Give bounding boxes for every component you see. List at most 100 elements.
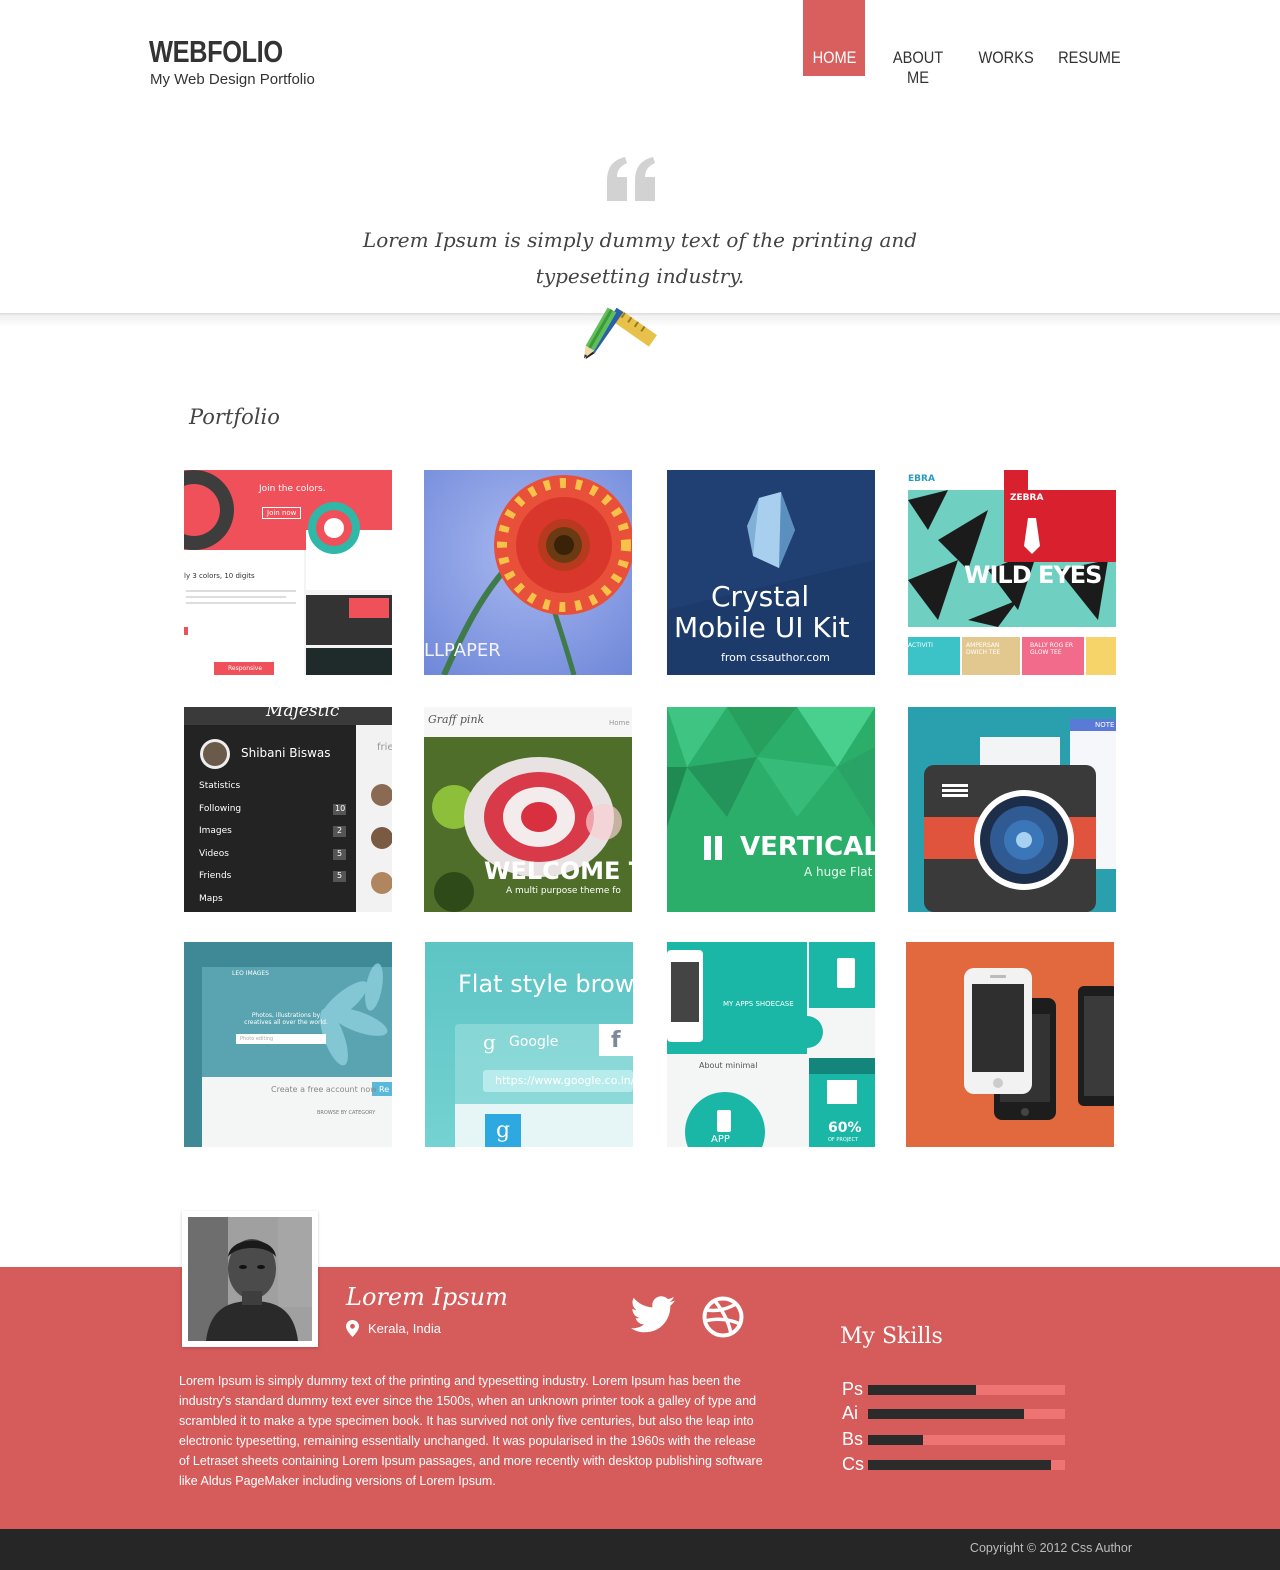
mobile-ui-kit-title: Mobile UI Kit (674, 611, 850, 644)
leo-browse-category: BROWSE BY CATEGORY (317, 1110, 376, 1116)
skill-bar-track (868, 1385, 1065, 1395)
leo-images-logo: LEO IMAGES (232, 970, 269, 977)
skill-label: Ps (842, 1379, 864, 1399)
crystal-ui-kit-preview (667, 470, 875, 675)
profile-name: Shibani Biswas (241, 746, 331, 760)
profile-photo-frame (182, 1211, 318, 1347)
bally-tee-label: BALLY ROG ER GLOW TEE (1030, 642, 1074, 656)
portfolio-item-camera[interactable]: NOTE (908, 707, 1116, 912)
flat-browser-title: Flat style browse (458, 970, 633, 998)
leo-images-preview (184, 942, 392, 1147)
google-plus-icon: g (496, 1118, 511, 1143)
menu-friends: Friends (199, 871, 232, 881)
menu-maps: Maps (199, 894, 223, 904)
graff-home-link: Home (609, 719, 630, 727)
portfolio-item-graff-pink[interactable]: Graff pink Home WELCOME T A multi purpos… (424, 707, 632, 912)
portfolio-item-join-colors[interactable]: Join the colors. Join now ly 3 colors, 1… (184, 470, 392, 675)
wild-eyes-title: WILD EYES (964, 561, 1102, 589)
nav-resume[interactable]: RESUME (1053, 0, 1123, 76)
portfolio-item-devices[interactable] (906, 942, 1114, 1147)
vertical-preview (667, 707, 875, 912)
pencils-icon (584, 307, 657, 360)
portfolio-item-crystal-ui-kit[interactable]: Crystal Mobile UI Kit from cssauthor.com (667, 470, 875, 675)
notes-label: NOTE (1095, 721, 1115, 729)
activity-label: ACTIVITI (908, 642, 933, 649)
site-tagline: My Web Design Portfolio (150, 71, 315, 88)
majestic-logo: Majestic (266, 707, 340, 721)
ampersand-tee-label: AMPERSAN DWICH TEE (966, 642, 1001, 656)
menu-videos: Videos (199, 849, 229, 859)
videos-count: 5 (337, 849, 343, 858)
skill-label: Ai (842, 1403, 859, 1423)
menu-images: Images (199, 826, 232, 836)
dribbble-icon[interactable] (702, 1296, 744, 1338)
join-colors-subheading: ly 3 colors, 10 digits (184, 572, 255, 580)
graff-pink-logo: Graff pink (428, 713, 485, 726)
apps-showcase-title: MY APPS SHOECASE (723, 1000, 794, 1008)
google-tab-label: Google (509, 1034, 559, 1050)
skill-label: Cs (842, 1454, 864, 1474)
skills-title: My Skills (840, 1324, 943, 1349)
zebra-badge: ZEBRA (1010, 493, 1044, 503)
profile-name: Lorem Ipsum (346, 1283, 508, 1311)
skill-bar-track (868, 1409, 1065, 1419)
browser-url-field: https://www.google.co.in/se (495, 1074, 633, 1087)
portfolio-item-vertical[interactable]: VERTICAL A huge Flat (667, 707, 875, 912)
friends-count: 5 (337, 871, 343, 880)
camera-preview (908, 707, 1116, 912)
project-percent: 60% (828, 1120, 862, 1136)
portfolio-item-leo-images[interactable]: LEO IMAGES Photos, illustrations by crea… (184, 942, 392, 1147)
devices-preview (906, 942, 1114, 1147)
google-g-icon: g (483, 1030, 496, 1054)
skill-bar-fill (868, 1385, 977, 1395)
nav-home-label: HOME (812, 48, 856, 67)
quote-icon (607, 157, 655, 201)
menu-statistics: Statistics (199, 781, 241, 791)
leo-register-button: Re (379, 1085, 390, 1094)
avatar (188, 1217, 312, 1341)
portfolio-item-zebra[interactable]: EBRA ZEBRA WILD EYES AMPERSAN DWICH TEE … (908, 470, 1116, 675)
vertical-subtitle: A huge Flat (804, 865, 873, 879)
welcome-title: WELCOME T (484, 857, 632, 885)
profile-location: Kerala, India (368, 1321, 441, 1336)
nav-works-label: WORKS (978, 48, 1034, 67)
nav-works[interactable]: WORKS (973, 0, 1039, 76)
vertical-title: VERTICAL (740, 832, 875, 862)
skill-bar-fill (868, 1409, 1024, 1419)
crystal-credit: from cssauthor.com (721, 651, 830, 664)
portfolio-item-majestic[interactable]: Majestic Shibani Biswas Statistics Follo… (184, 707, 392, 912)
friends-search: frie (377, 742, 392, 753)
portfolio-item-flower-wallpaper[interactable]: LLPAPER (424, 470, 632, 675)
skill-bar-fill (868, 1435, 924, 1445)
images-count: 2 (337, 826, 343, 835)
portfolio-item-flat-browser[interactable]: Flat style browse Google https://www.goo… (425, 942, 633, 1147)
responsive-label: Responsive (228, 665, 263, 672)
leo-create-account: Create a free account now (271, 1085, 377, 1094)
menu-following: Following (199, 804, 242, 814)
app-showcase-preview (667, 942, 875, 1147)
nav-about-me-label: ABOUT ME (892, 48, 944, 87)
nav-home[interactable]: HOME (803, 0, 865, 76)
copyright-text: Copyright © 2012 Css Author (969, 1541, 1132, 1555)
leo-tagline: Photos, illustrations by creatives all o… (244, 1012, 328, 1026)
wallpaper-caption: LLPAPER (424, 640, 501, 661)
welcome-subtitle: A multi purpose theme fo (506, 886, 621, 896)
hero-quote: Lorem Ipsum is simply dummy text of the … (362, 228, 918, 288)
following-count: 10 (335, 804, 346, 813)
about-minimal-label: About minimal (699, 1061, 758, 1070)
zebra-logo: EBRA (908, 474, 935, 484)
nav-about-me[interactable]: ABOUT ME (876, 0, 960, 87)
nav-resume-label: RESUME (1058, 48, 1121, 67)
twitter-icon[interactable] (631, 1295, 675, 1335)
leo-search-input: Photo editing (240, 1036, 274, 1042)
site-logo[interactable]: WEBFOLIO (149, 34, 283, 70)
skill-bar-fill (868, 1460, 1052, 1470)
portfolio-title: Portfolio (189, 405, 280, 429)
profile-bio: Lorem Ipsum is simply dummy text of the … (179, 1374, 763, 1488)
site-footer: Copyright © 2012 Css Author (0, 1529, 1280, 1570)
skill-bar-track (868, 1435, 1065, 1445)
app-badge: APP (711, 1134, 730, 1145)
skill-label: Bs (842, 1429, 864, 1449)
project-percent-label: OF PROJECT (828, 1137, 859, 1143)
portfolio-item-app-showcase[interactable]: MY APPS SHOECASE About minimal APP 60% O… (667, 942, 875, 1147)
